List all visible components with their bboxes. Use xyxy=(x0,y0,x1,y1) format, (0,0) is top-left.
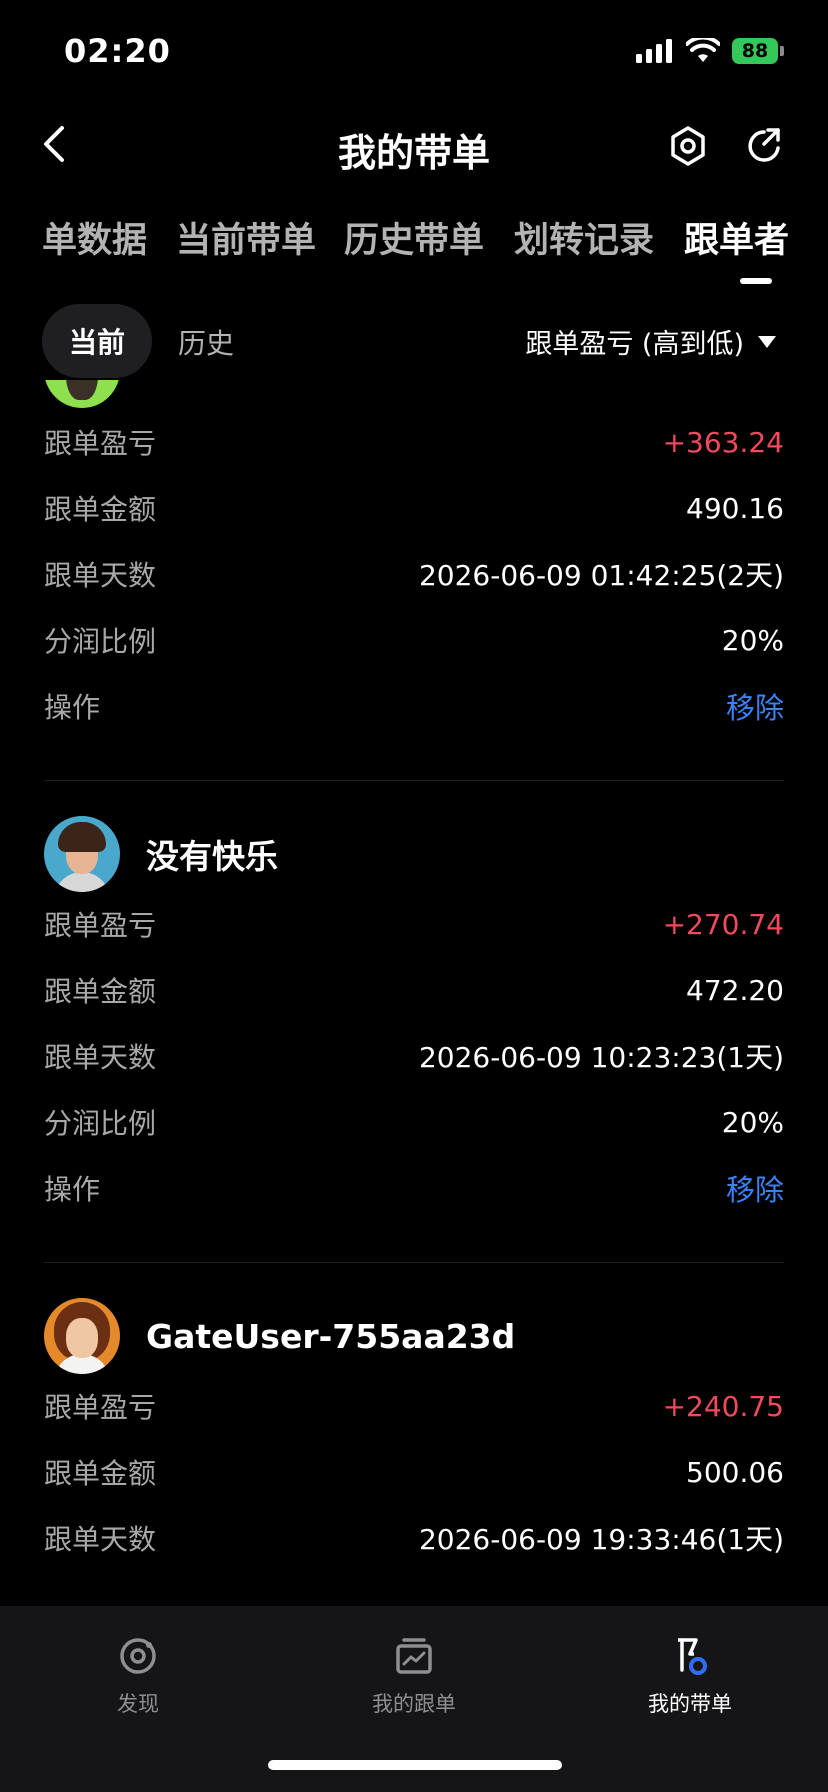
amount-row: 跟单金额 500.06 xyxy=(44,1452,784,1492)
tabbar-item-my-lead[interactable]: 我的带单 xyxy=(590,1634,790,1718)
status-icons: 88 xyxy=(636,38,784,64)
avatar xyxy=(44,816,120,892)
action-label: 操作 xyxy=(44,1173,101,1206)
home-indicator[interactable] xyxy=(268,1760,562,1770)
days-label: 跟单天数 xyxy=(44,559,157,592)
divider xyxy=(44,1262,784,1263)
share-ratio-label: 分润比例 xyxy=(44,1107,157,1140)
caret-down-icon xyxy=(758,335,776,348)
share-ratio-row: 分润比例 20% xyxy=(44,620,784,660)
cellular-signal-icon xyxy=(636,39,672,63)
tab-order-data[interactable]: 单数据 xyxy=(42,212,147,263)
follower-list: 跟单盈亏 +363.24 跟单金额 490.16 跟单天数 2026-06-09… xyxy=(0,380,828,1606)
pnl-value: +363.24 xyxy=(662,425,784,459)
amount-row: 跟单金额 472.20 xyxy=(44,970,784,1010)
status-time: 02:20 xyxy=(64,32,171,70)
follower-name: 没有快乐 xyxy=(146,837,278,876)
days-row: 跟单天数 2026-06-09 10:23:23(1天) xyxy=(44,1036,784,1076)
sort-label: 跟单盈亏 (高到低) xyxy=(525,329,744,360)
wifi-icon xyxy=(686,38,720,62)
discover-icon xyxy=(120,1638,156,1674)
tabbar-label: 我的带单 xyxy=(648,1692,732,1716)
avatar xyxy=(44,1298,120,1374)
share-ratio-label: 分润比例 xyxy=(44,625,157,658)
pnl-value: +270.74 xyxy=(662,907,784,941)
follower-name: GateUser-755aa23d xyxy=(146,1316,516,1356)
pnl-row: 跟单盈亏 +240.75 xyxy=(44,1386,784,1426)
days-value: 2026-06-09 10:23:23(1天) xyxy=(418,1041,784,1074)
sub-tabs: 当前 历史 跟单盈亏 (高到低) xyxy=(0,300,828,380)
amount-label: 跟单金额 xyxy=(44,493,157,526)
divider xyxy=(44,780,784,781)
sort-dropdown[interactable]: 跟单盈亏 (高到低) xyxy=(525,322,776,361)
amount-row: 跟单金额 490.16 xyxy=(44,488,784,528)
share-ratio-value: 20% xyxy=(721,1105,784,1139)
action-label: 操作 xyxy=(44,691,101,724)
amount-value: 472.20 xyxy=(686,973,784,1007)
action-row: 操作 移除 xyxy=(44,686,784,726)
pnl-value: +240.75 xyxy=(662,1389,784,1423)
pnl-label: 跟单盈亏 xyxy=(44,1391,157,1424)
tab-transfer-records[interactable]: 划转记录 xyxy=(514,212,654,263)
tabbar-label: 我的跟单 xyxy=(372,1692,456,1716)
tab-current-lead[interactable]: 当前带单 xyxy=(176,212,316,263)
days-value: 2026-06-09 19:33:46(1天) xyxy=(418,1523,784,1556)
days-value: 2026-06-09 01:42:25(2天) xyxy=(418,559,784,592)
remove-button[interactable]: 移除 xyxy=(726,685,784,727)
pnl-row: 跟单盈亏 +270.74 xyxy=(44,904,784,944)
days-row: 跟单天数 2026-06-09 19:33:46(1天) xyxy=(44,1518,784,1558)
battery-icon: 88 xyxy=(732,38,784,64)
pnl-row: 跟单盈亏 +363.24 xyxy=(44,422,784,462)
share-icon[interactable] xyxy=(742,124,786,168)
days-row: 跟单天数 2026-06-09 01:42:25(2天) xyxy=(44,554,784,594)
settings-hexagon-icon[interactable] xyxy=(666,124,710,168)
tab-followers[interactable]: 跟单者 xyxy=(684,212,789,263)
remove-button[interactable]: 移除 xyxy=(726,1167,784,1209)
lead-trade-icon xyxy=(678,1638,707,1675)
amount-value: 490.16 xyxy=(686,491,784,525)
tabbar-item-discover[interactable]: 发现 xyxy=(38,1634,238,1718)
active-tab-indicator xyxy=(740,278,772,284)
follower-header: 没有快乐 xyxy=(44,816,784,892)
days-label: 跟单天数 xyxy=(44,1041,157,1074)
days-label: 跟单天数 xyxy=(44,1523,157,1556)
tabbar-label: 发现 xyxy=(117,1692,159,1716)
action-row: 操作 移除 xyxy=(44,1168,784,1208)
follower-header: GateUser-755aa23d xyxy=(44,1298,784,1374)
share-ratio-value: 20% xyxy=(721,623,784,657)
pnl-label: 跟单盈亏 xyxy=(44,909,157,942)
pnl-label: 跟单盈亏 xyxy=(44,427,157,460)
status-bar: 02:20 88 xyxy=(0,0,828,100)
chart-box-icon xyxy=(396,1638,432,1674)
tabbar-item-my-copy[interactable]: 我的跟单 xyxy=(314,1634,514,1718)
battery-level: 88 xyxy=(732,38,778,64)
subtab-history[interactable]: 历史 xyxy=(178,322,234,362)
avatar xyxy=(44,380,120,408)
amount-value: 500.06 xyxy=(686,1455,784,1489)
subtab-current[interactable]: 当前 xyxy=(42,304,152,378)
amount-label: 跟单金额 xyxy=(44,975,157,1008)
tab-history-lead[interactable]: 历史带单 xyxy=(344,212,484,263)
amount-label: 跟单金额 xyxy=(44,1457,157,1490)
share-ratio-row: 分润比例 20% xyxy=(44,1102,784,1142)
main-tabs: 单数据 当前带单 历史带单 划转记录 跟单者 xyxy=(0,212,828,292)
